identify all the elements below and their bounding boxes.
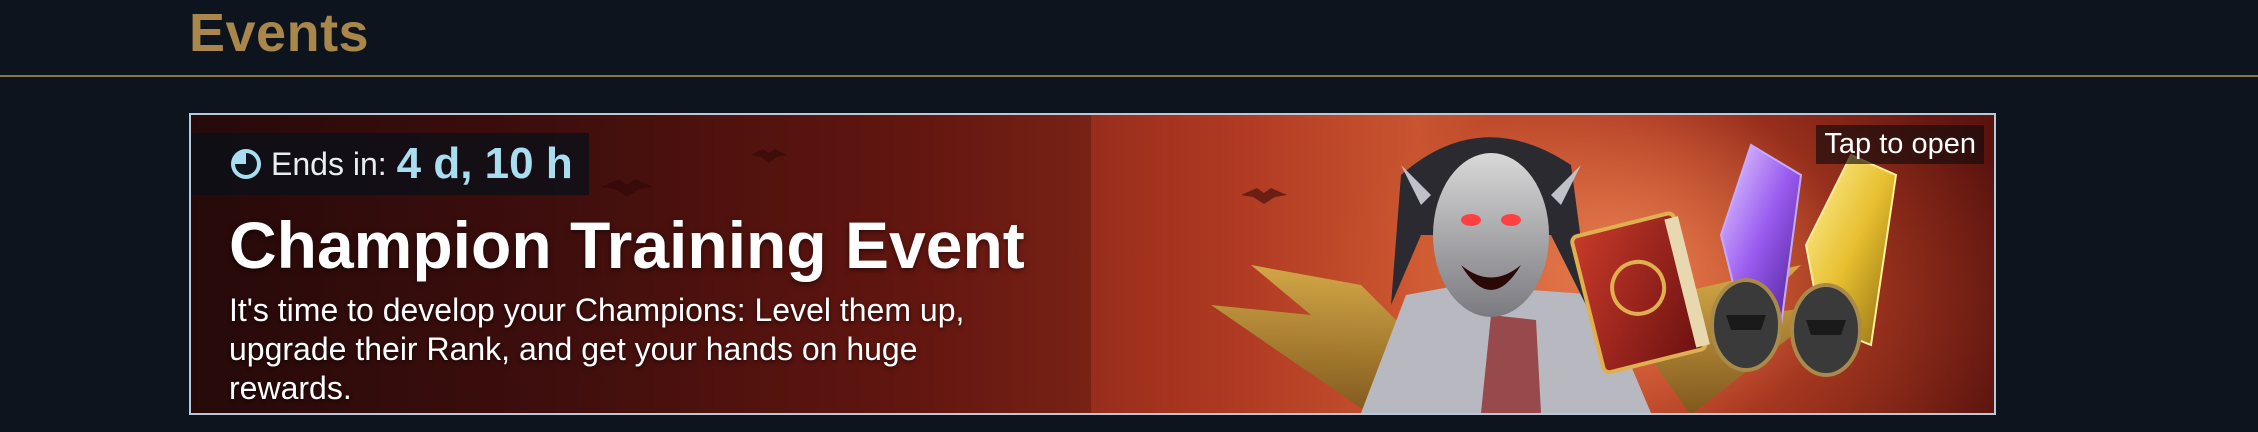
ends-in-label: Ends in: (271, 145, 387, 182)
event-title: Champion Training Event (229, 208, 1025, 282)
clock-icon (231, 149, 261, 179)
event-card[interactable]: Ends in: 4 d, 10 h Champion Training Eve… (189, 113, 1996, 415)
section-divider (0, 75, 2258, 77)
event-description: It's time to develop your Champions: Lev… (229, 292, 965, 406)
section-title: Events (189, 3, 370, 63)
tap-to-open-label[interactable]: Tap to open (1816, 125, 1984, 164)
event-timer-badge: Ends in: 4 d, 10 h (191, 133, 589, 195)
ends-in-value: 4 d, 10 h (396, 139, 573, 188)
